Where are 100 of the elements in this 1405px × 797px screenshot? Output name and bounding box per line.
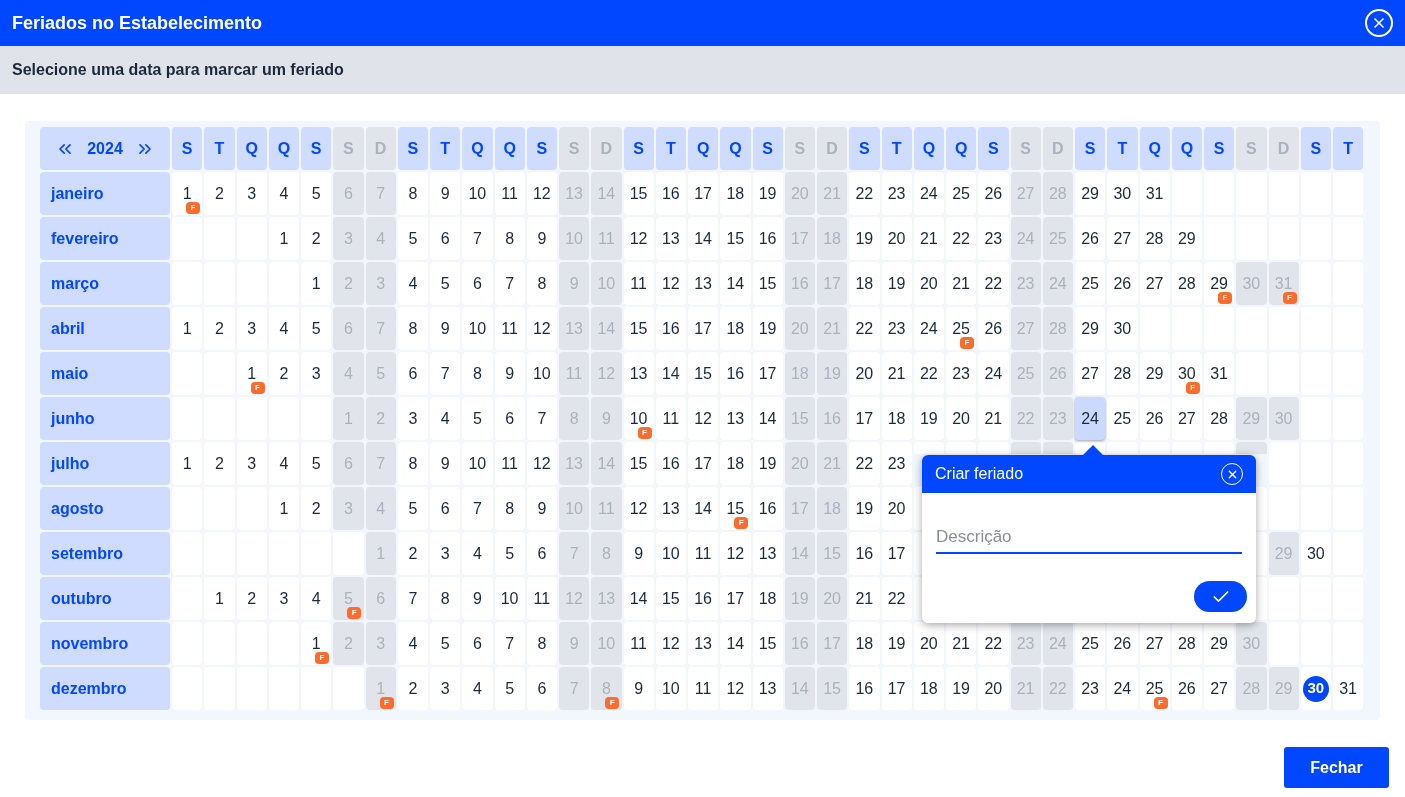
- day-cell[interactable]: 21: [849, 577, 880, 620]
- day-cell[interactable]: 5: [430, 262, 461, 305]
- day-cell[interactable]: 15: [752, 262, 783, 305]
- day-cell[interactable]: 3: [236, 442, 267, 485]
- day-cell[interactable]: 21: [978, 397, 1009, 440]
- day-cell[interactable]: 5: [301, 442, 332, 485]
- day-cell[interactable]: 2: [268, 352, 299, 395]
- day-cell[interactable]: 3: [268, 577, 299, 620]
- day-cell[interactable]: 20: [881, 217, 912, 260]
- day-cell[interactable]: 8: [526, 622, 557, 665]
- day-cell[interactable]: 16: [752, 487, 783, 530]
- day-cell[interactable]: 18: [913, 667, 944, 710]
- day-cell[interactable]: 29: [1171, 217, 1202, 260]
- day-cell[interactable]: 5: [494, 532, 525, 575]
- day-cell[interactable]: 2: [204, 172, 235, 215]
- day-cell[interactable]: 17: [688, 307, 719, 350]
- day-cell[interactable]: 12: [623, 487, 654, 530]
- day-cell[interactable]: 14: [655, 352, 686, 395]
- day-cell[interactable]: 17: [720, 577, 751, 620]
- day-cell[interactable]: 18: [849, 262, 880, 305]
- day-cell[interactable]: 1: [204, 577, 235, 620]
- day-cell[interactable]: 10: [462, 307, 493, 350]
- day-cell[interactable]: 19: [881, 622, 912, 665]
- day-cell[interactable]: 9: [494, 352, 525, 395]
- day-cell[interactable]: 16: [655, 307, 686, 350]
- day-cell[interactable]: 12: [720, 667, 751, 710]
- day-cell[interactable]: 16: [849, 532, 880, 575]
- day-cell[interactable]: 9: [430, 307, 461, 350]
- day-cell[interactable]: 18: [720, 172, 751, 215]
- day-cell[interactable]: 18: [881, 397, 912, 440]
- day-cell[interactable]: 10: [462, 442, 493, 485]
- day-cell[interactable]: 25 F: [1139, 667, 1170, 710]
- day-cell[interactable]: 11: [623, 262, 654, 305]
- day-cell[interactable]: 28: [1171, 622, 1202, 665]
- day-cell[interactable]: 5: [494, 667, 525, 710]
- day-cell[interactable]: 7: [462, 217, 493, 260]
- day-cell[interactable]: 15: [623, 172, 654, 215]
- day-cell[interactable]: 26: [978, 172, 1009, 215]
- day-cell[interactable]: 2: [301, 487, 332, 530]
- day-cell[interactable]: 12: [655, 262, 686, 305]
- day-cell[interactable]: 14: [720, 262, 751, 305]
- day-cell[interactable]: 6: [430, 217, 461, 260]
- day-cell[interactable]: 23: [1075, 667, 1106, 710]
- day-cell[interactable]: 27: [1139, 262, 1170, 305]
- day-cell[interactable]: 7: [430, 352, 461, 395]
- day-cell[interactable]: 1: [268, 487, 299, 530]
- day-cell[interactable]: 13: [623, 352, 654, 395]
- day-cell[interactable]: 22: [849, 172, 880, 215]
- day-cell[interactable]: 13: [655, 487, 686, 530]
- day-cell[interactable]: 30: [1107, 172, 1138, 215]
- day-cell[interactable]: 8: [397, 307, 428, 350]
- day-cell[interactable]: 20: [913, 262, 944, 305]
- day-cell[interactable]: 11: [494, 307, 525, 350]
- day-cell[interactable]: 9: [430, 442, 461, 485]
- day-cell[interactable]: 28: [1204, 397, 1235, 440]
- day-cell[interactable]: 1: [172, 442, 203, 485]
- day-cell[interactable]: 8: [494, 487, 525, 530]
- day-cell[interactable]: 29: [1075, 307, 1106, 350]
- day-cell[interactable]: 21: [881, 352, 912, 395]
- day-cell[interactable]: 24: [913, 307, 944, 350]
- day-cell[interactable]: 11: [494, 172, 525, 215]
- day-cell[interactable]: 6: [462, 262, 493, 305]
- day-cell[interactable]: 14: [720, 622, 751, 665]
- day-cell[interactable]: 12: [688, 397, 719, 440]
- day-cell[interactable]: 5: [430, 622, 461, 665]
- day-cell[interactable]: 1 F: [172, 172, 203, 215]
- day-cell[interactable]: 6: [526, 667, 557, 710]
- day-cell[interactable]: 26: [1107, 622, 1138, 665]
- day-cell[interactable]: 20: [978, 667, 1009, 710]
- day-cell[interactable]: 6: [430, 487, 461, 530]
- day-cell[interactable]: 15: [655, 577, 686, 620]
- today-day[interactable]: 30: [1302, 675, 1329, 702]
- day-cell[interactable]: 3: [301, 352, 332, 395]
- day-cell[interactable]: 31: [1333, 667, 1364, 710]
- day-cell[interactable]: 22: [913, 352, 944, 395]
- day-cell[interactable]: 12: [623, 217, 654, 260]
- day-cell[interactable]: 31: [1139, 172, 1170, 215]
- day-cell[interactable]: 7: [494, 622, 525, 665]
- day-cell[interactable]: 10: [494, 577, 525, 620]
- day-cell[interactable]: 15: [688, 352, 719, 395]
- day-cell[interactable]: 17: [849, 397, 880, 440]
- day-cell[interactable]: 6: [462, 622, 493, 665]
- day-cell[interactable]: 27: [1171, 397, 1202, 440]
- day-cell[interactable]: 9: [623, 667, 654, 710]
- day-cell[interactable]: 6: [526, 532, 557, 575]
- day-cell[interactable]: 1 F: [236, 352, 267, 395]
- day-cell[interactable]: 13: [752, 667, 783, 710]
- day-cell[interactable]: 9: [430, 172, 461, 215]
- day-cell[interactable]: 12: [526, 307, 557, 350]
- day-cell[interactable]: 25: [1075, 622, 1106, 665]
- day-cell[interactable]: 22: [946, 217, 977, 260]
- day-cell[interactable]: 16: [655, 442, 686, 485]
- day-cell[interactable]: 4: [462, 667, 493, 710]
- day-cell[interactable]: 4: [462, 532, 493, 575]
- day-cell[interactable]: 19: [913, 397, 944, 440]
- day-cell[interactable]: 4: [430, 397, 461, 440]
- day-cell[interactable]: 3: [236, 172, 267, 215]
- day-cell[interactable]: 19: [752, 307, 783, 350]
- day-cell[interactable]: 20: [881, 487, 912, 530]
- day-cell[interactable]: 4: [268, 442, 299, 485]
